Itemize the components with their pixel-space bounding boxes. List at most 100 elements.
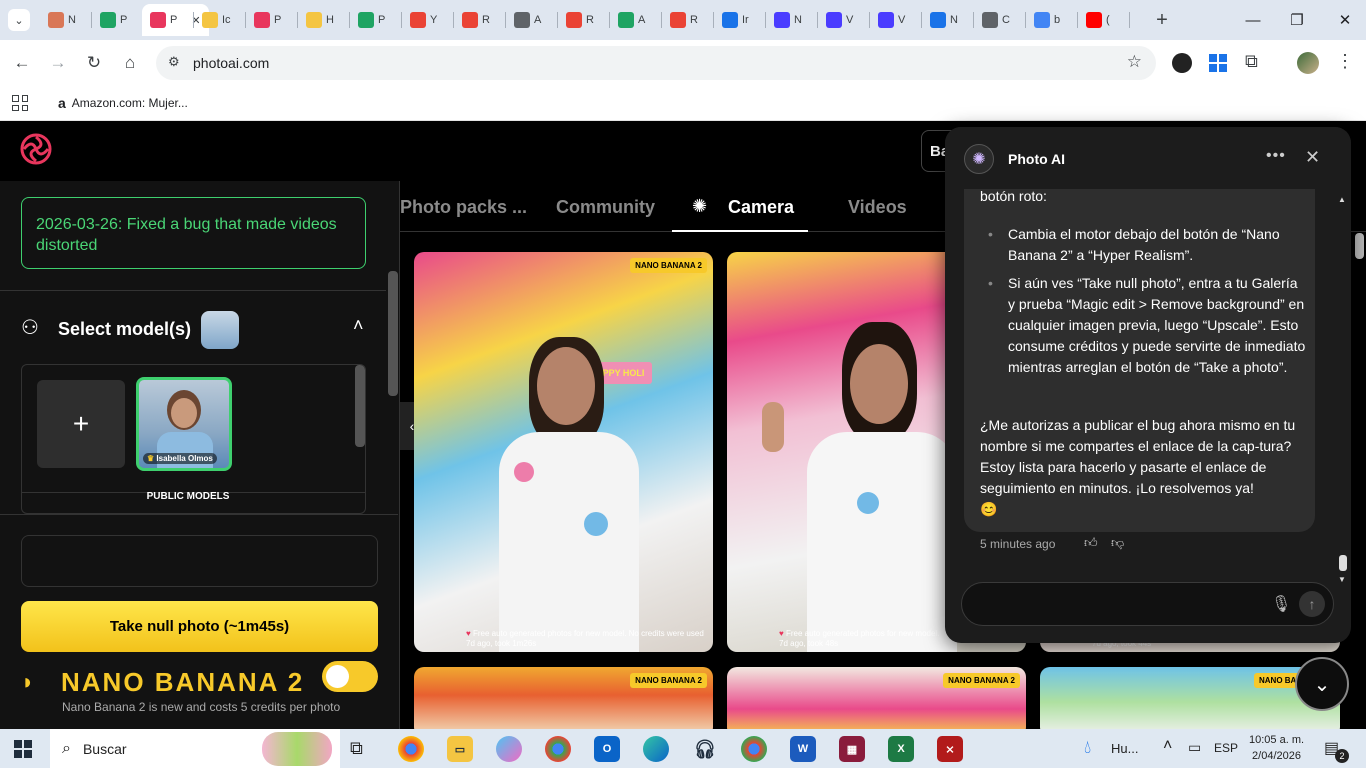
bookmark-star-icon[interactable]: ☆ xyxy=(1127,52,1142,72)
extensions-puzzle-icon[interactable]: ⧉ xyxy=(1245,51,1258,72)
outlook-icon[interactable]: O xyxy=(594,736,620,762)
tab-camera[interactable]: ✺ Camera xyxy=(672,181,808,232)
browser-tab[interactable]: P xyxy=(358,8,385,32)
chat-scrollbar[interactable] xyxy=(1339,555,1347,571)
tab-videos[interactable]: Videos xyxy=(848,197,907,218)
winrar-icon[interactable]: ▦ xyxy=(839,736,865,762)
home-button[interactable]: ⌂ xyxy=(118,51,142,75)
network-icon[interactable]: ▭ xyxy=(1188,739,1201,756)
select-model-header[interactable]: ⚇ Select model(s) ˄ xyxy=(21,311,371,351)
word-icon[interactable]: W xyxy=(790,736,816,762)
browser-tab[interactable]: A xyxy=(514,8,541,32)
browser-tab[interactable]: N xyxy=(48,8,76,32)
weather-text[interactable]: Hu... xyxy=(1111,741,1138,756)
claude-icon xyxy=(48,12,64,28)
pdf-icon[interactable]: ⨯ xyxy=(937,736,963,762)
task-view-icon[interactable]: ⧉ xyxy=(350,738,363,759)
browser-tab[interactable]: ( xyxy=(1086,8,1110,32)
forward-button[interactable]: → xyxy=(46,51,70,75)
chrome-app-icon[interactable] xyxy=(545,736,571,762)
edge-icon[interactable] xyxy=(643,736,669,762)
model-card-isabella[interactable]: ♛ Isabella Olmos xyxy=(136,377,232,471)
page-scrollbar[interactable] xyxy=(1355,233,1364,259)
take-photo-button[interactable]: Take null photo (~1m45s) xyxy=(21,601,378,652)
add-model-button[interactable]: + xyxy=(37,380,125,468)
more-options-icon[interactable]: ••• xyxy=(1266,147,1286,165)
browser-tab[interactable]: N xyxy=(774,8,802,32)
chat-message-input[interactable]: 🎙︎ ↑ xyxy=(961,582,1334,626)
chrome-app-icon[interactable] xyxy=(398,736,424,762)
chrome-app-icon[interactable] xyxy=(741,736,767,762)
thumbs-down-icon[interactable]: 👎︎ xyxy=(1111,535,1124,551)
gmail-icon xyxy=(670,12,686,28)
browser-tab[interactable]: P xyxy=(254,8,281,32)
chevron-up-icon[interactable]: ˄ xyxy=(353,315,364,336)
apps-extension-icon[interactable] xyxy=(1209,54,1227,72)
heart-app-icon xyxy=(774,12,790,28)
browser-tab[interactable]: C xyxy=(982,8,1010,32)
browser-menu-icon[interactable]: ⋮ xyxy=(1336,51,1354,72)
browser-tab[interactable]: Ir xyxy=(722,8,749,32)
browser-tab[interactable]: Y xyxy=(410,8,437,32)
model-grid-scrollbar[interactable] xyxy=(355,365,365,447)
back-button[interactable]: ← xyxy=(10,51,34,75)
weather-icon[interactable]: 💧︎ xyxy=(1084,737,1091,758)
close-window-button[interactable]: ✕ xyxy=(1330,8,1360,32)
browser-tab[interactable]: b xyxy=(1034,8,1060,32)
browser-tab[interactable]: H xyxy=(306,8,334,32)
clock[interactable]: 10:05 a. m. 2/04/2026 xyxy=(1249,732,1304,764)
apps-grid-icon[interactable] xyxy=(12,95,28,111)
browser-tab[interactable]: Ic xyxy=(202,8,231,32)
browser-tab[interactable]: N xyxy=(930,8,958,32)
microphone-icon[interactable]: 🎙︎ xyxy=(1271,594,1291,614)
browser-tab[interactable]: P xyxy=(100,8,127,32)
site-settings-icon[interactable]: ⚙ xyxy=(168,54,180,70)
scroll-down-arrow-icon[interactable]: ▼ xyxy=(1338,575,1346,584)
close-chat-icon[interactable]: ✕ xyxy=(1305,147,1320,168)
nano-banana-toggle[interactable] xyxy=(322,661,378,692)
send-button[interactable]: ↑ xyxy=(1299,591,1325,617)
browser-tab[interactable]: A xyxy=(618,8,645,32)
scroll-down-fab[interactable]: ⌄ xyxy=(1295,657,1349,711)
video-icon xyxy=(826,12,842,28)
language-indicator[interactable]: ESP xyxy=(1214,741,1238,755)
photo-card-1[interactable]: HAPPY HOLI NANO BANANA 2 ♥ Free auto gen… xyxy=(414,252,713,652)
photo-card-4[interactable]: NANO BANANA 2 xyxy=(414,667,713,729)
excel-icon[interactable]: X xyxy=(888,736,914,762)
audible-headphones-icon[interactable]: 🎧︎ xyxy=(692,736,718,762)
browser-tab-strip: ⌄ N P P ✕ Ic P H P Y R A R A R Ir N V V N Cb( + — ❐ ✕ xyxy=(0,0,1366,40)
crown-icon: ♛ xyxy=(147,454,155,463)
browser-tab[interactable]: P ✕ xyxy=(142,4,209,36)
profile-avatar[interactable] xyxy=(1297,52,1319,74)
browser-tab[interactable]: V xyxy=(878,8,905,32)
tab-community[interactable]: Community xyxy=(556,197,655,218)
browser-tab[interactable]: R xyxy=(462,8,490,32)
browser-tab[interactable]: R xyxy=(566,8,594,32)
copilot-icon[interactable] xyxy=(496,736,522,762)
prompt-input[interactable] xyxy=(21,535,378,587)
tray-chevron-up-icon[interactable]: ˄ xyxy=(1163,737,1172,755)
sidebar-scrollbar[interactable] xyxy=(388,271,398,396)
browser-tab[interactable]: V xyxy=(826,8,853,32)
search-highlight-image xyxy=(262,731,332,766)
bookmark-amazon[interactable]: a Amazon.com: Mujer... xyxy=(58,95,188,111)
file-explorer-icon[interactable]: ▭ xyxy=(447,736,473,762)
chat-widget: botón roto: • Cambia el motor debajo del… xyxy=(945,127,1351,643)
photo-card-5[interactable]: NANO BANANA 2 xyxy=(727,667,1026,729)
photoai-logo-icon[interactable] xyxy=(20,133,52,165)
gmail-icon xyxy=(566,12,582,28)
tab-photo-packs[interactable]: Photo packs ... xyxy=(400,197,527,218)
new-tab-button[interactable]: + xyxy=(1150,8,1174,32)
extension-icon[interactable] xyxy=(1172,53,1192,73)
thumbs-up-icon[interactable]: 👍︎ xyxy=(1084,535,1098,551)
taskbar-search[interactable]: ⌕ Buscar xyxy=(50,729,340,768)
browser-tab[interactable]: R xyxy=(670,8,698,32)
address-bar[interactable]: ⚙ photoai.com ☆ xyxy=(156,46,1156,80)
windows-start-icon[interactable] xyxy=(14,740,32,758)
minimize-button[interactable]: — xyxy=(1238,8,1268,32)
chevron-down-icon: ⌄ xyxy=(14,14,24,27)
reload-button[interactable]: ↻ xyxy=(82,51,106,75)
maximize-button[interactable]: ❐ xyxy=(1282,8,1312,32)
tab-search-button[interactable]: ⌄ xyxy=(8,9,30,31)
scroll-up-arrow-icon[interactable]: ▲ xyxy=(1338,195,1346,204)
